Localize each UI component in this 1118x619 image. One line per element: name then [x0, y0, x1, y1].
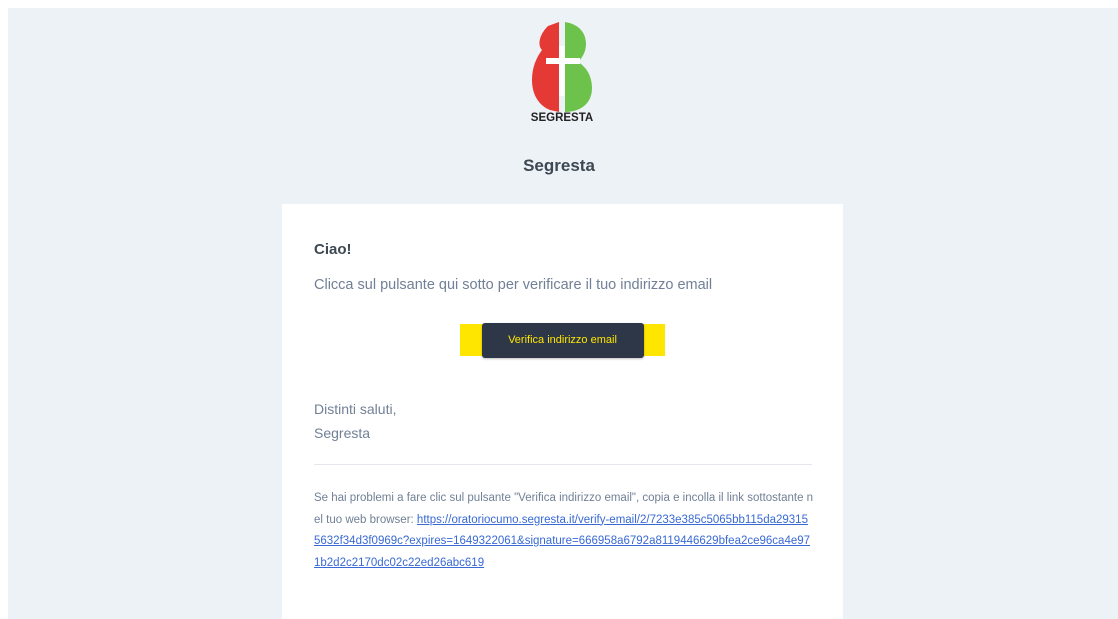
signoff: Distinti saluti, Segresta — [314, 397, 396, 445]
logo-cross-horizontal — [546, 58, 580, 64]
divider — [314, 464, 812, 465]
segresta-logo: SEGRESTA — [531, 22, 593, 124]
email-card: Ciao! Clicca sul pulsante qui sotto per … — [282, 204, 843, 619]
logo-green-shape — [565, 22, 592, 112]
verify-email-button[interactable]: Verifica indirizzo email — [481, 322, 644, 358]
greeting: Ciao! — [314, 241, 352, 258]
subcopy: Se hai problemi a fare clic sul pulsante… — [314, 488, 814, 574]
logo-cross-vertical — [559, 46, 565, 96]
signoff-line2: Segresta — [314, 425, 371, 441]
logo-text: SEGRESTA — [531, 112, 593, 124]
signoff-line1: Distinti saluti, — [314, 401, 397, 417]
logo-red-shape — [532, 22, 559, 112]
brand-name: Segresta — [523, 156, 595, 175]
button-highlight: Verifica indirizzo email — [460, 322, 665, 358]
intro-text: Clicca sul pulsante qui sotto per verifi… — [314, 277, 713, 293]
